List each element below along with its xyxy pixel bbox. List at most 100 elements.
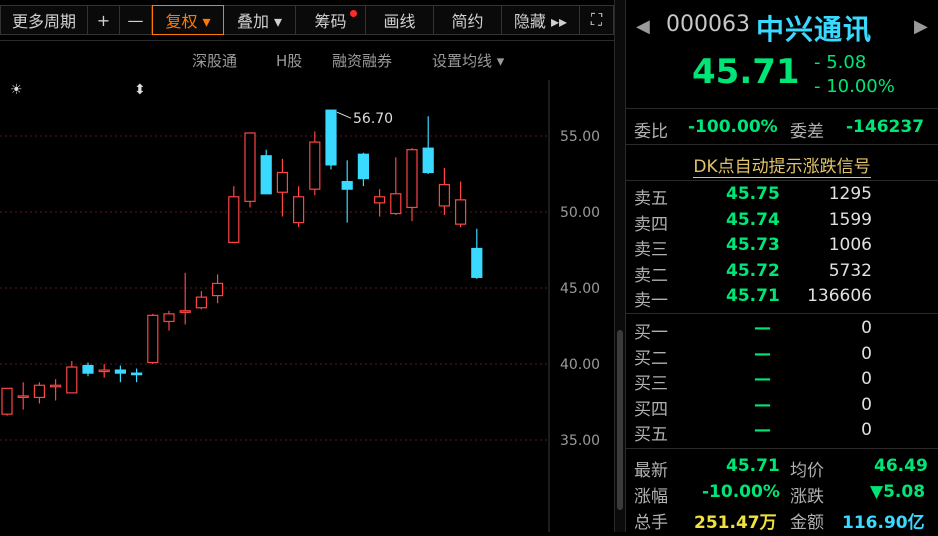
bid-label: 买二 [634, 348, 668, 369]
bid-price: — [754, 369, 771, 390]
adjust-rights-dropdown[interactable]: 复权 ▾ [152, 5, 224, 35]
bid-label: 买一 [634, 323, 668, 343]
simple-mode-button[interactable]: 简约 [434, 5, 502, 35]
ma-settings-dropdown[interactable]: 设置均线 ▾ [432, 50, 504, 71]
candle-down[interactable] [260, 155, 272, 195]
link-margin-trading[interactable]: 融资融券 [332, 50, 392, 71]
latest-value: 45.71 [726, 456, 780, 476]
amount-label: 金额 [790, 513, 824, 533]
bid-row: 买四 — 0 [626, 393, 938, 420]
zoom-in-button[interactable]: + [88, 5, 120, 35]
candle-up[interactable] [276, 171, 288, 193]
high-price-annotation: 56.70 [353, 111, 393, 127]
overlay-dropdown-label: 叠加 ▾ [236, 12, 283, 31]
candle-up[interactable] [309, 141, 321, 190]
ask-vol: 1006 [828, 235, 872, 256]
bid-price: — [754, 318, 771, 338]
ask-price: 45.73 [726, 235, 780, 256]
zoom-out-button[interactable]: — [120, 5, 152, 35]
change-pct-value: -10.00% [702, 482, 780, 502]
prev-stock-icon[interactable]: ◀ [636, 16, 650, 37]
candle-up[interactable] [17, 395, 29, 399]
candle-down[interactable] [114, 369, 127, 374]
simple-mode-button-label: 简约 [451, 12, 484, 31]
kline-chart[interactable]: 55.00 50.00 45.00 40.00 35.00 ☀ ⬍ 56.70 [0, 80, 614, 532]
bid-vol: 0 [861, 369, 872, 390]
weibi-value: -100.00% [688, 117, 778, 137]
scrollbar-thumb[interactable] [617, 330, 623, 510]
bid-vol: 0 [861, 420, 872, 441]
ask-label: 卖四 [634, 214, 668, 235]
candle-down[interactable] [341, 180, 353, 190]
hide-button[interactable]: 隐藏 ▸▸ [502, 5, 580, 35]
draw-line-button[interactable]: 画线 [366, 5, 434, 35]
fullscreen-icon[interactable]: ⛶ [580, 5, 614, 35]
candle-up[interactable] [406, 149, 418, 209]
amount-value: 116.90亿 [842, 513, 925, 533]
candle-down[interactable] [131, 372, 143, 376]
weibi-label: 委比 [634, 122, 668, 142]
chart-subbar: 深股通 H股 融资融券 设置均线 ▾ [0, 46, 614, 74]
avg-price-value: 46.49 [874, 456, 928, 476]
avg-price-label: 均价 [790, 461, 824, 481]
candle-up[interactable] [438, 184, 450, 207]
candle-up[interactable] [33, 384, 46, 399]
ask-price: 45.71 [726, 286, 780, 307]
dk-signal-link[interactable]: DK点自动提示涨跌信号 [626, 146, 938, 181]
adjust-rights-dropdown-label: 复权 ▾ [165, 12, 211, 31]
link-h-share[interactable]: H股 [276, 50, 302, 71]
price-change: - 5.08 [814, 52, 867, 73]
bid-row: 买二 — 0 [626, 342, 938, 369]
next-stock-icon[interactable]: ▶ [914, 16, 928, 37]
candle-up[interactable] [212, 282, 224, 297]
ask-row: 卖三 45.73 1006 [626, 233, 938, 261]
weicha-label: 委差 [790, 122, 824, 142]
change-pct-label: 涨幅 [634, 487, 668, 507]
y-axis-label: 50.00 [560, 205, 600, 221]
candle-up[interactable] [98, 369, 110, 373]
candle-up[interactable] [195, 296, 207, 309]
candle-up[interactable] [179, 310, 191, 313]
ask-row: 卖二 45.72 5732 [626, 259, 938, 286]
candle-up[interactable] [49, 384, 62, 388]
candle-down[interactable] [325, 109, 337, 166]
quote-panel: ◀ 000063 中兴通讯 ▶ 45.71 - 5.08 - 10.00% 委比… [626, 0, 938, 533]
candle-down[interactable] [82, 364, 94, 374]
chip-distribution-button[interactable]: 筹码 [296, 5, 366, 35]
bid-row: 买五 — 0 [626, 418, 938, 445]
updown-marker-icon: ⬍ [134, 82, 146, 98]
candle-up[interactable] [244, 132, 256, 202]
stats-separator [626, 448, 938, 449]
panel-divider[interactable] [614, 0, 626, 532]
candle-down[interactable] [422, 147, 434, 174]
stock-code: 000063 [666, 12, 750, 37]
more-periods-button[interactable]: 更多周期 [0, 5, 88, 35]
candle-up[interactable] [147, 314, 159, 364]
overlay-dropdown[interactable]: 叠加 ▾ [224, 5, 296, 35]
candle-up[interactable] [390, 193, 402, 215]
candle-down[interactable] [357, 153, 369, 180]
candle-up[interactable] [163, 313, 175, 323]
dk-signal-text: DK点自动提示涨跌信号 [693, 152, 871, 178]
candle-up[interactable] [455, 199, 467, 225]
draw-line-button-label: 画线 [383, 12, 416, 31]
candle-up[interactable] [1, 387, 13, 415]
chart-toolbar: 更多周期 + — 复权 ▾ 叠加 ▾ 筹码 画线 简约 隐藏 ▸▸ ⛶ [0, 0, 614, 41]
ask-vol: 1295 [828, 184, 872, 204]
candle-up[interactable] [228, 196, 240, 244]
candle-down[interactable] [471, 247, 483, 278]
ask-label: 卖二 [634, 265, 668, 286]
fullscreen-icon-label: ⛶ [590, 10, 603, 29]
candle-up[interactable] [293, 196, 305, 224]
change-label: 涨跌 [790, 487, 824, 507]
ask-label: 卖三 [634, 240, 668, 261]
candle-up[interactable] [374, 196, 386, 204]
bid-row: 买三 — 0 [626, 367, 938, 394]
link-shenggutong[interactable]: 深股通 [192, 50, 237, 71]
ask-price: 45.72 [726, 260, 780, 281]
ask-row: 卖一 45.71 136606 [626, 284, 938, 311]
candle-up[interactable] [66, 366, 78, 394]
bid-price: — [754, 394, 771, 415]
latest-label: 最新 [634, 461, 668, 481]
hide-button-label: 隐藏 ▸▸ [513, 12, 568, 31]
